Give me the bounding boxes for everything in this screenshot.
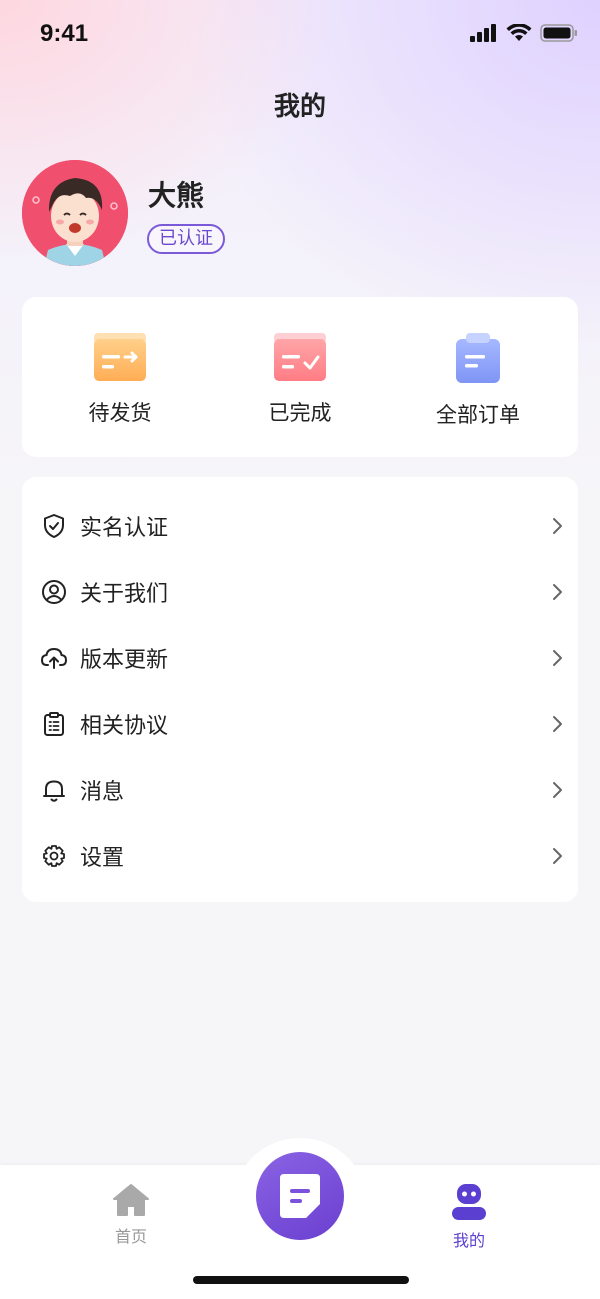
orders-card: 待发货 已完成 全部订单 bbox=[22, 297, 578, 457]
cloud-upload-icon bbox=[40, 644, 68, 672]
menu-label-real-name: 实名认证 bbox=[80, 516, 169, 541]
tab-home-label: 首页 bbox=[114, 1227, 147, 1246]
pending-shipment-icon bbox=[94, 333, 146, 381]
shield-check-icon bbox=[40, 512, 68, 540]
signal-icon bbox=[470, 24, 496, 42]
menu-label-about: 关于我们 bbox=[80, 582, 169, 607]
order-pending-label: 待发货 bbox=[88, 401, 152, 425]
completed-icon bbox=[274, 333, 326, 381]
menu-item-real-name-verification[interactable]: 实名认证 bbox=[22, 493, 578, 559]
tab-mine[interactable]: 我的 bbox=[429, 1183, 509, 1251]
chevron-right-icon bbox=[553, 650, 562, 666]
bell-icon bbox=[40, 776, 68, 804]
robot-icon bbox=[452, 1184, 486, 1220]
menu-item-version-update[interactable]: 版本更新 bbox=[22, 625, 578, 691]
order-completed-label: 已完成 bbox=[268, 401, 332, 425]
gear-icon bbox=[40, 842, 68, 870]
tab-home[interactable]: 首页 bbox=[91, 1183, 171, 1247]
chevron-right-icon bbox=[553, 848, 562, 864]
wifi-icon bbox=[506, 24, 532, 41]
status-icons bbox=[470, 24, 578, 42]
home-indicator bbox=[193, 1276, 409, 1284]
all-orders-icon bbox=[456, 333, 500, 383]
menu-label-version: 版本更新 bbox=[80, 648, 169, 673]
chevron-right-icon bbox=[553, 518, 562, 534]
verified-badge: 已认证 bbox=[147, 224, 225, 254]
user-circle-icon bbox=[40, 578, 68, 606]
document-icon bbox=[280, 1174, 320, 1218]
menu-item-about-us[interactable]: 关于我们 bbox=[22, 559, 578, 625]
order-all[interactable]: 全部订单 bbox=[403, 333, 553, 429]
user-name: 大熊 bbox=[148, 179, 205, 212]
chevron-right-icon bbox=[553, 716, 562, 732]
avatar-illustration bbox=[22, 160, 128, 266]
status-time: 9:41 bbox=[40, 20, 89, 47]
menu-item-agreements[interactable]: 相关协议 bbox=[22, 691, 578, 757]
header-background bbox=[0, 0, 600, 560]
menu-label-agreements: 相关协议 bbox=[80, 714, 169, 739]
avatar[interactable] bbox=[22, 160, 128, 266]
menu-card: 实名认证 关于我们 版本更新 相关协议 消息 设置 bbox=[22, 477, 578, 902]
center-action-button[interactable] bbox=[256, 1152, 344, 1240]
tab-mine-label: 我的 bbox=[452, 1231, 485, 1250]
order-all-label: 全部订单 bbox=[436, 403, 520, 427]
battery-icon bbox=[540, 24, 577, 42]
page-title: 我的 bbox=[273, 92, 326, 122]
home-icon bbox=[113, 1184, 149, 1216]
order-completed[interactable]: 已完成 bbox=[225, 333, 375, 427]
clipboard-icon bbox=[40, 710, 68, 738]
menu-label-messages: 消息 bbox=[80, 780, 125, 805]
menu-item-settings[interactable]: 设置 bbox=[22, 823, 578, 889]
menu-label-settings: 设置 bbox=[80, 846, 125, 871]
status-bar: 9:41 bbox=[0, 0, 600, 70]
menu-item-messages[interactable]: 消息 bbox=[22, 757, 578, 823]
chevron-right-icon bbox=[553, 782, 562, 798]
order-pending-shipment[interactable]: 待发货 bbox=[45, 333, 195, 427]
chevron-right-icon bbox=[553, 584, 562, 600]
